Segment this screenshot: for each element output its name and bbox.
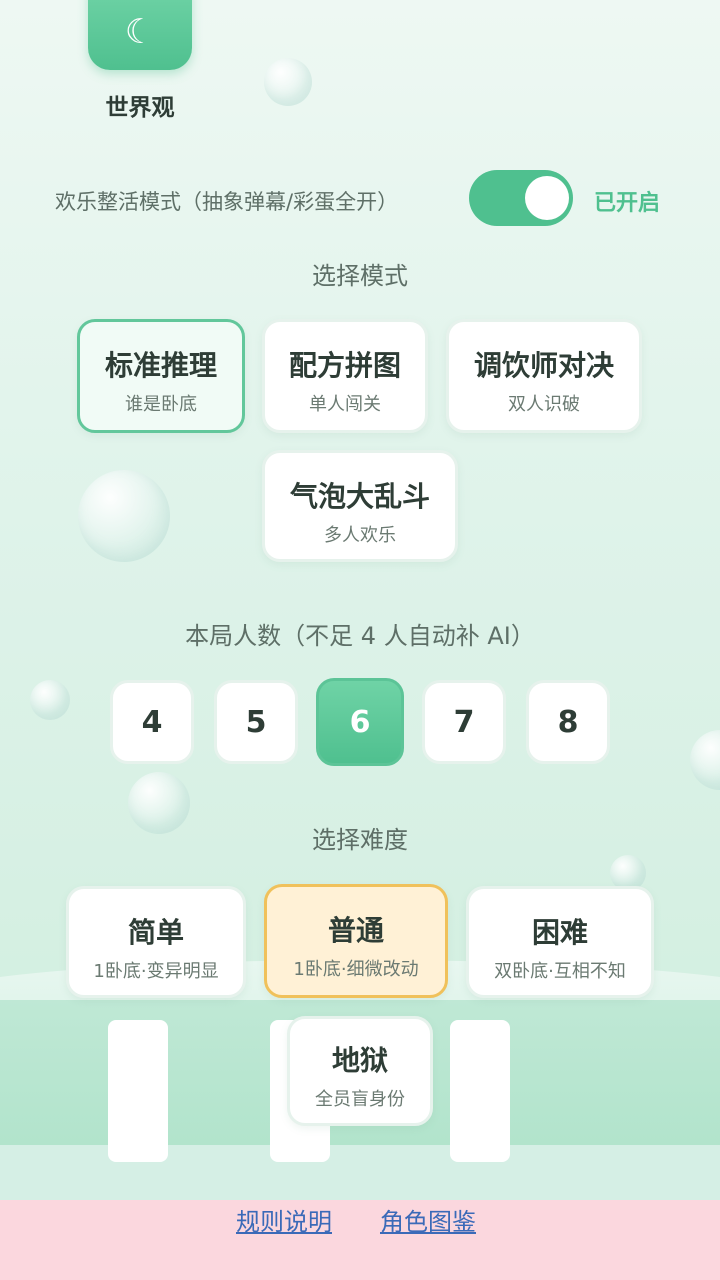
fun-mode-row: 欢乐整活模式（抽象弹幕/彩蛋全开） 已开启 [0,170,720,228]
mode-subtitle: 单人闯关 [309,394,381,415]
player-count-5[interactable]: 5 [214,680,298,764]
mode-title: 标准推理 [104,349,217,382]
fun-mode-label: 欢乐整活模式（抽象弹幕/彩蛋全开） [55,190,399,214]
mode-title: 调饮师对决 [473,349,614,382]
fun-mode-toggle[interactable] [469,170,573,226]
fun-mode-state: 已开启 [594,191,661,216]
difficulty-card-hell[interactable]: 地狱 全员盲身份 [287,1016,433,1126]
difficulty-card-hard[interactable]: 困难 双卧底·互相不知 [466,886,654,998]
mode-subtitle: 多人欢乐 [324,525,396,546]
world-view-label: 世界观 [105,95,175,121]
players-section-title: 本局人数（不足 4 人自动补 AI） [185,622,535,650]
player-count-7[interactable]: 7 [422,680,506,764]
player-count-6[interactable]: 6 [316,678,404,766]
bubble-decoration [30,680,70,720]
bubble-decoration [78,470,170,562]
difficulty-card-easy[interactable]: 简单 1卧底·变异明显 [66,886,246,998]
mode-card-bubble-brawl[interactable]: 气泡大乱斗 多人欢乐 [262,450,458,562]
mode-card-recipe[interactable]: 配方拼图 单人闯关 [262,319,428,433]
difficulty-card-normal[interactable]: 普通 1卧底·细微改动 [264,884,448,998]
mode-subtitle: 谁是卧底 [125,394,197,415]
footer-bar [0,1200,720,1280]
player-count-4[interactable]: 4 [110,680,194,764]
pillar-decoration [450,1020,510,1162]
difficulty-title: 普通 [327,914,384,947]
mode-card-duel[interactable]: 调饮师对决 双人识破 [446,319,642,433]
pillar-decoration [108,1020,168,1162]
role-guide-link[interactable]: 角色图鉴 [380,1202,476,1237]
mode-card-standard[interactable]: 标准推理 谁是卧底 [77,319,245,433]
bubble-decoration [690,730,720,790]
rules-link[interactable]: 规则说明 [236,1202,332,1237]
difficulty-section-title: 选择难度 [312,826,408,854]
difficulty-subtitle: 全员盲身份 [315,1089,405,1110]
difficulty-subtitle: 1卧底·变异明显 [93,961,219,982]
difficulty-subtitle: 1卧底·细微改动 [293,959,419,980]
mode-title: 配方拼图 [288,349,401,382]
mode-subtitle: 双人识破 [508,394,580,415]
difficulty-title: 困难 [531,916,588,949]
toggle-knob [525,176,569,220]
difficulty-title: 简单 [127,916,184,949]
mode-section-title: 选择模式 [312,262,408,290]
moon-icon: ☾ [124,12,156,52]
mode-title: 气泡大乱斗 [289,480,430,513]
world-view-button[interactable]: ☾ [88,0,192,70]
difficulty-subtitle: 双卧底·互相不知 [494,961,626,982]
bubble-decoration [264,58,312,106]
difficulty-title: 地狱 [331,1044,388,1077]
player-count-8[interactable]: 8 [526,680,610,764]
